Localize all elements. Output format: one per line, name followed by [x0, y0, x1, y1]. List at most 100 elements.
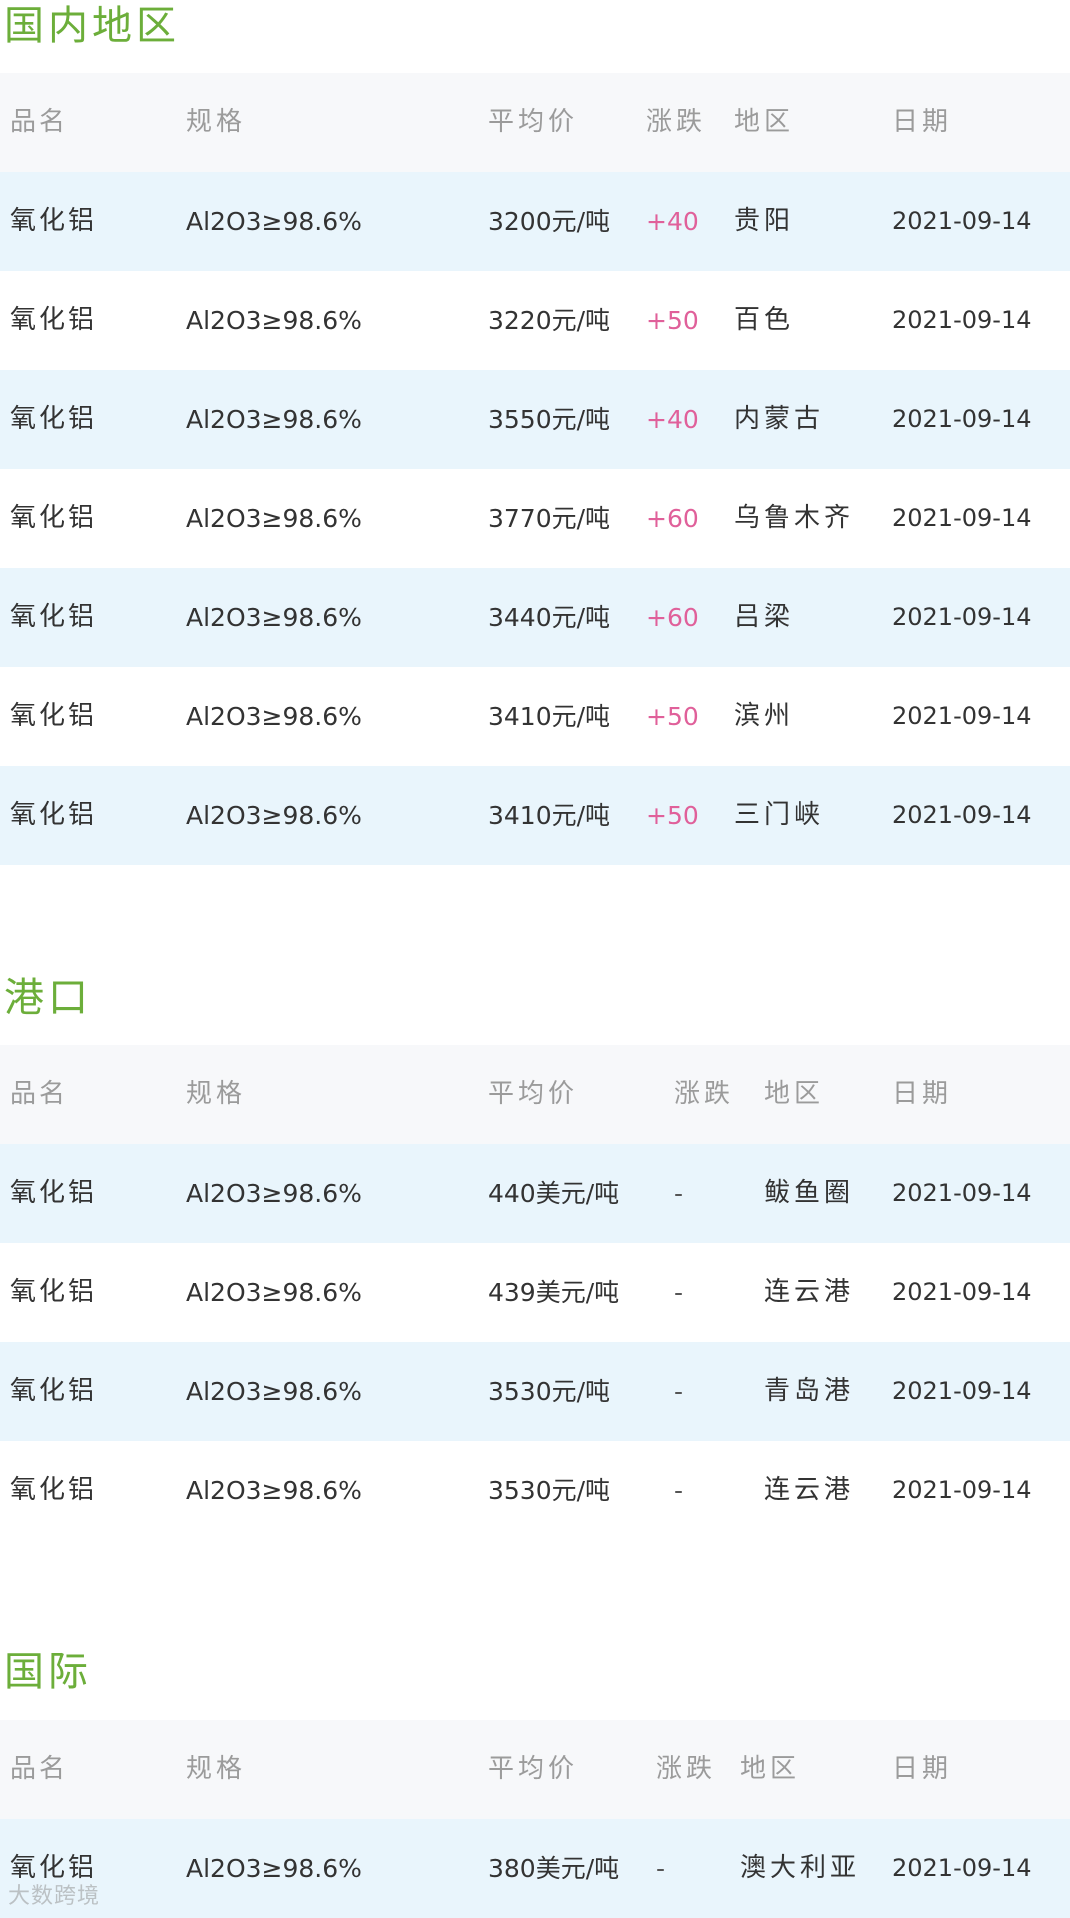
header-date: 日期 [892, 107, 953, 137]
cell-change: - [656, 1854, 666, 1883]
cell-spec: Al2O3≥98.6% [186, 1377, 362, 1406]
cell-price: 439美元/吨 [488, 1278, 620, 1307]
cell-region: 三门峡 [734, 800, 825, 830]
cell-change: +60 [646, 504, 699, 533]
cell-name: 氧化铝 [10, 404, 98, 434]
cell-name: 氧化铝 [10, 305, 98, 335]
cell-date: 2021-09-14 [892, 1377, 1032, 1405]
table-row: 氧化铝 Al2O3≥98.6% 3410元/吨 +50 三门峡 2021-09-… [0, 766, 1070, 865]
cell-spec: Al2O3≥98.6% [186, 1179, 362, 1208]
table-header-row: 品名 规格 平均价 涨跌 地区 日期 [0, 73, 1070, 172]
header-name: 品名 [10, 1754, 69, 1784]
cell-date: 2021-09-14 [892, 1854, 1032, 1882]
cell-spec: Al2O3≥98.6% [186, 1854, 362, 1883]
header-date: 日期 [892, 1754, 953, 1784]
cell-spec: Al2O3≥98.6% [186, 702, 362, 731]
cell-change: +40 [646, 405, 699, 434]
cell-change: +40 [646, 207, 699, 236]
header-spec: 规格 [186, 107, 247, 137]
cell-change: +50 [646, 306, 699, 335]
cell-price: 440美元/吨 [488, 1179, 620, 1208]
header-price: 平均价 [488, 1754, 579, 1784]
cell-name: 氧化铝 [10, 1178, 98, 1208]
cell-date: 2021-09-14 [892, 1476, 1032, 1504]
cell-name: 氧化铝 [10, 800, 98, 830]
header-spec: 规格 [186, 1754, 247, 1784]
cell-price: 3410元/吨 [488, 702, 611, 731]
table-row: 氧化铝 Al2O3≥98.6% 3550元/吨 +40 内蒙古 2021-09-… [0, 370, 1070, 469]
cell-name: 氧化铝 [10, 206, 98, 236]
cell-date: 2021-09-14 [892, 1278, 1032, 1306]
cell-date: 2021-09-14 [892, 801, 1032, 829]
cell-spec: Al2O3≥98.6% [186, 603, 362, 632]
cell-region: 贵阳 [734, 206, 795, 236]
header-region: 地区 [764, 1079, 825, 1109]
cell-price: 3440元/吨 [488, 603, 611, 632]
cell-change: - [674, 1377, 684, 1406]
table-row: 氧化铝 Al2O3≥98.6% 380美元/吨 - 澳大利亚 2021-09-1… [0, 1819, 1070, 1918]
table-row: 氧化铝 Al2O3≥98.6% 3440元/吨 +60 吕梁 2021-09-1… [0, 568, 1070, 667]
cell-name: 氧化铝 [10, 503, 98, 533]
header-name: 品名 [10, 1079, 69, 1109]
header-change: 涨跌 [656, 1754, 717, 1784]
cell-date: 2021-09-14 [892, 207, 1032, 235]
domestic-price-table: 品名 规格 平均价 涨跌 地区 日期 氧化铝 Al2O3≥98.6% 3200元… [0, 73, 1070, 865]
header-region: 地区 [734, 107, 795, 137]
cell-name: 氧化铝 [10, 1277, 98, 1307]
cell-region: 内蒙古 [734, 404, 825, 434]
table-row: 氧化铝 Al2O3≥98.6% 3770元/吨 +60 乌鲁木齐 2021-09… [0, 469, 1070, 568]
header-spec: 规格 [186, 1079, 247, 1109]
cell-region: 澳大利亚 [740, 1853, 861, 1883]
cell-region: 青岛港 [764, 1376, 855, 1406]
table-row: 氧化铝 Al2O3≥98.6% 3220元/吨 +50 百色 2021-09-1… [0, 271, 1070, 370]
header-price: 平均价 [488, 107, 579, 137]
cell-spec: Al2O3≥98.6% [186, 306, 362, 335]
section-title-port: 港口 [4, 975, 92, 1021]
cell-spec: Al2O3≥98.6% [186, 1476, 362, 1505]
cell-date: 2021-09-14 [892, 1179, 1032, 1207]
cell-date: 2021-09-14 [892, 702, 1032, 730]
cell-spec: Al2O3≥98.6% [186, 1278, 362, 1307]
cell-price: 3530元/吨 [488, 1476, 611, 1505]
cell-region: 连云港 [764, 1475, 855, 1505]
header-date: 日期 [892, 1079, 953, 1109]
cell-name: 氧化铝 [10, 1475, 98, 1505]
table-header-row: 品名 规格 平均价 涨跌 地区 日期 [0, 1720, 1070, 1819]
cell-name: 氧化铝 [10, 1376, 98, 1406]
table-row: 氧化铝 Al2O3≥98.6% 3530元/吨 - 连云港 2021-09-14 [0, 1441, 1070, 1540]
cell-date: 2021-09-14 [892, 504, 1032, 532]
cell-spec: Al2O3≥98.6% [186, 504, 362, 533]
cell-region: 滨州 [734, 701, 795, 731]
header-region: 地区 [740, 1754, 801, 1784]
header-price: 平均价 [488, 1079, 579, 1109]
table-row: 氧化铝 Al2O3≥98.6% 3200元/吨 +40 贵阳 2021-09-1… [0, 172, 1070, 271]
table-row: 氧化铝 Al2O3≥98.6% 3530元/吨 - 青岛港 2021-09-14 [0, 1342, 1070, 1441]
cell-name: 氧化铝 [10, 701, 98, 731]
header-change: 涨跌 [674, 1079, 735, 1109]
table-row: 氧化铝 Al2O3≥98.6% 3410元/吨 +50 滨州 2021-09-1… [0, 667, 1070, 766]
port-price-table: 品名 规格 平均价 涨跌 地区 日期 氧化铝 Al2O3≥98.6% 440美元… [0, 1045, 1070, 1540]
header-name: 品名 [10, 107, 69, 137]
cell-price: 3410元/吨 [488, 801, 611, 830]
table-row: 氧化铝 Al2O3≥98.6% 439美元/吨 - 连云港 2021-09-14 [0, 1243, 1070, 1342]
cell-spec: Al2O3≥98.6% [186, 801, 362, 830]
watermark: 大数跨境 [8, 1884, 101, 1909]
cell-spec: Al2O3≥98.6% [186, 207, 362, 236]
section-title-domestic: 国内地区 [4, 3, 180, 49]
cell-region: 百色 [734, 305, 795, 335]
international-price-table: 品名 规格 平均价 涨跌 地区 日期 氧化铝 Al2O3≥98.6% 380美元… [0, 1720, 1070, 1918]
header-change: 涨跌 [646, 107, 707, 137]
cell-change: - [674, 1278, 684, 1307]
cell-date: 2021-09-14 [892, 306, 1032, 334]
cell-name: 氧化铝 [10, 602, 98, 632]
cell-price: 3550元/吨 [488, 405, 611, 434]
table-row: 氧化铝 Al2O3≥98.6% 440美元/吨 - 鲅鱼圈 2021-09-14 [0, 1144, 1070, 1243]
cell-change: +50 [646, 702, 699, 731]
section-title-international: 国际 [4, 1649, 92, 1695]
cell-date: 2021-09-14 [892, 603, 1032, 631]
cell-change: - [674, 1476, 684, 1505]
cell-spec: Al2O3≥98.6% [186, 405, 362, 434]
cell-region: 鲅鱼圈 [764, 1178, 855, 1208]
cell-price: 3200元/吨 [488, 207, 611, 236]
cell-price: 3770元/吨 [488, 504, 611, 533]
